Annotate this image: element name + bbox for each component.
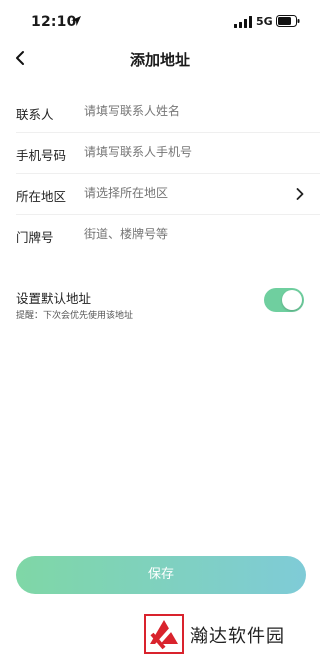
network-type: 5G — [256, 15, 273, 28]
default-address-section: 设置默认地址 提醒：下次会优先使用该地址 — [16, 288, 304, 328]
region-label: 所在地区 — [16, 189, 67, 204]
nav-bar: 添加地址 — [0, 44, 320, 72]
contact-name-input[interactable] — [84, 104, 284, 118]
default-address-title: 设置默认地址 — [16, 291, 92, 306]
phone-label: 手机号码 — [16, 148, 67, 163]
chevron-right-icon[interactable] — [296, 188, 304, 200]
contact-name-label: 联系人 — [16, 107, 54, 122]
phone-input[interactable] — [84, 145, 284, 159]
house-number-row[interactable]: 门牌号 — [16, 215, 320, 255]
region-row[interactable]: 所在地区 — [16, 174, 320, 215]
region-select[interactable] — [84, 186, 284, 200]
address-form: 联系人 手机号码 所在地区 门牌号 — [16, 92, 320, 255]
contact-name-row[interactable]: 联系人 — [16, 92, 320, 133]
battery-icon — [276, 15, 300, 27]
house-number-label: 门牌号 — [16, 230, 54, 245]
default-address-toggle[interactable] — [264, 288, 304, 312]
signal-icon — [234, 16, 252, 28]
location-arrow-icon — [71, 16, 81, 26]
watermark-logo-icon — [144, 614, 184, 654]
house-number-input[interactable] — [84, 227, 284, 241]
status-bar: 12:10 5G — [0, 0, 320, 44]
phone-row[interactable]: 手机号码 — [16, 133, 320, 174]
page-title: 添加地址 — [129, 51, 190, 69]
save-button[interactable]: 保存 — [16, 556, 306, 594]
watermark-text: 瀚达软件园 — [190, 626, 285, 647]
watermark: 瀚达软件园 — [144, 614, 314, 654]
toggle-knob — [282, 290, 302, 310]
default-address-hint: 提醒：下次会优先使用该地址 — [16, 311, 134, 321]
